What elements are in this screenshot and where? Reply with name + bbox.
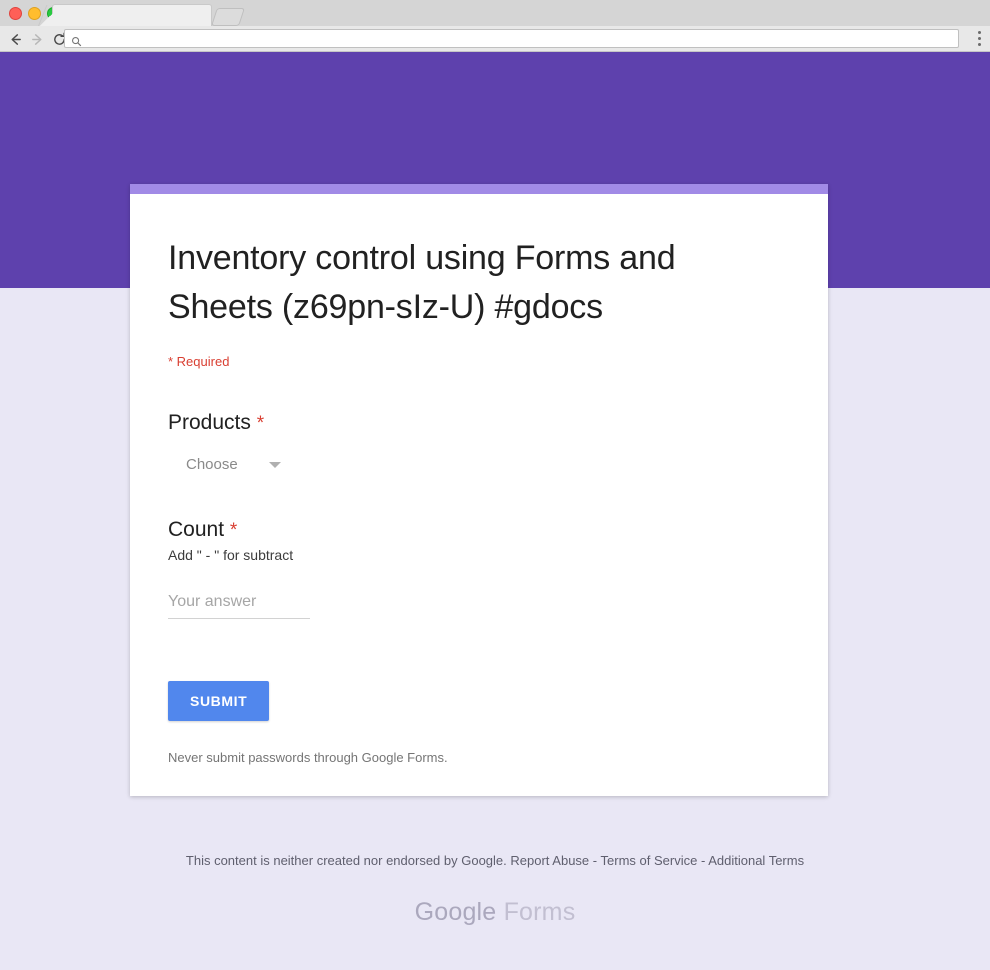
tab-strip: [0, 0, 990, 27]
products-dropdown-value: Choose: [186, 456, 238, 473]
question-products: Products * Choose: [168, 410, 790, 477]
passwords-warning: Never submit passwords through Google Fo…: [168, 750, 448, 765]
footer-disclaimer: This content is neither created nor endo…: [0, 852, 990, 870]
terms-of-service-link[interactable]: Terms of Service: [601, 853, 698, 868]
three-dot-menu-icon[interactable]: [977, 31, 981, 46]
count-answer-input[interactable]: [168, 593, 310, 619]
chevron-down-icon: [268, 462, 281, 468]
report-abuse-link[interactable]: Report Abuse: [510, 853, 589, 868]
page-viewport: Inventory control using Forms and Sheets…: [0, 52, 990, 970]
browser-tab[interactable]: [52, 4, 212, 26]
forward-arrow-icon: [28, 30, 46, 48]
products-dropdown[interactable]: Choose: [186, 453, 316, 477]
address-bar[interactable]: [64, 29, 959, 48]
required-note: * Required: [168, 354, 230, 369]
footer-separator: -: [700, 853, 706, 868]
question-count-label: Count *: [168, 517, 790, 543]
footer-separator: -: [592, 853, 598, 868]
brand-forms-text: Forms: [503, 898, 576, 926]
footer-disclaimer-text: This content is neither created nor endo…: [185, 853, 507, 868]
additional-terms-link[interactable]: Additional Terms: [708, 853, 804, 868]
question-count-help: Add " - " for subtract: [168, 547, 294, 563]
page-footer: This content is neither created nor endo…: [0, 852, 990, 927]
new-tab-button[interactable]: [211, 8, 245, 26]
required-asterisk: *: [256, 413, 265, 434]
back-arrow-icon[interactable]: [6, 30, 24, 48]
browser-window: Inventory control using Forms and Sheets…: [0, 0, 990, 970]
search-icon: [71, 34, 82, 52]
browser-toolbar: [0, 26, 990, 52]
form-body: Inventory control using Forms and Sheets…: [130, 194, 828, 796]
question-count: Count * Add " - " for subtract: [168, 517, 790, 619]
brand-google-text: Google: [414, 898, 497, 926]
form-accent-stripe: [130, 184, 828, 194]
google-forms-logo: Google Forms: [0, 897, 990, 927]
minimize-window-button[interactable]: [28, 7, 41, 20]
question-products-text: Products: [168, 411, 251, 434]
close-window-button[interactable]: [9, 7, 22, 20]
submit-button[interactable]: SUBMIT: [168, 681, 270, 721]
required-asterisk: *: [229, 520, 238, 541]
question-count-text: Count: [168, 518, 225, 541]
form-card: Inventory control using Forms and Sheets…: [130, 184, 828, 796]
submit-row: SUBMIT: [168, 681, 790, 721]
form-title: Inventory control using Forms and Sheets…: [168, 239, 676, 326]
question-products-label: Products *: [168, 410, 790, 436]
